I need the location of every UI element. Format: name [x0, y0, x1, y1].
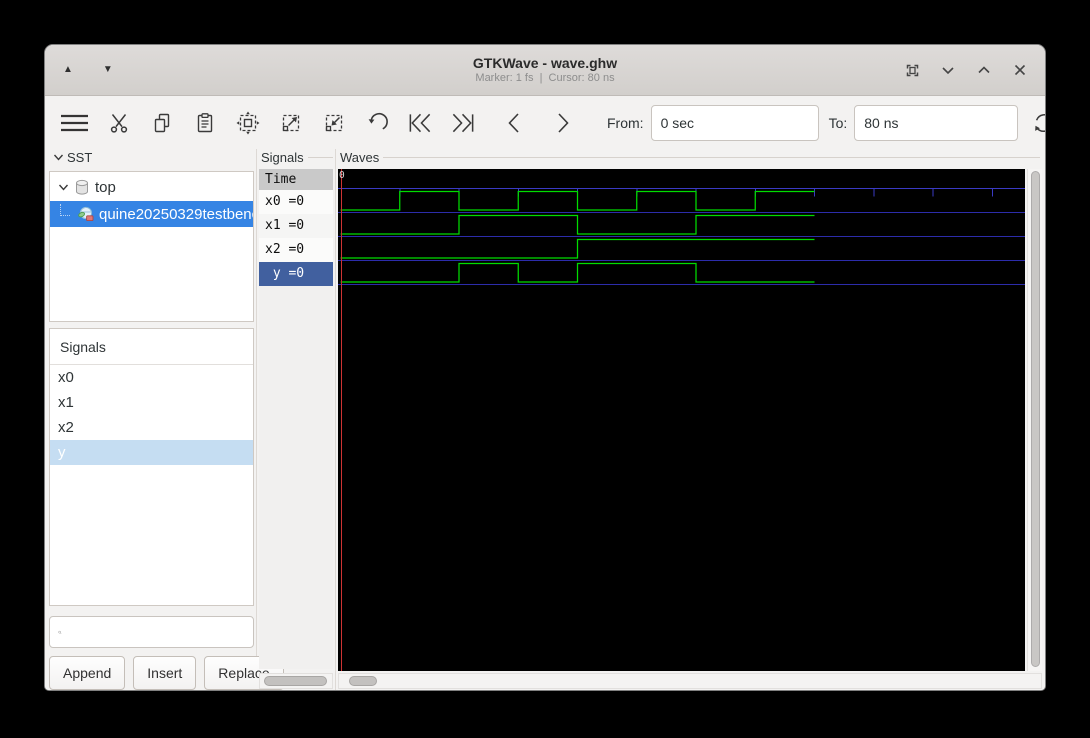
titlebar: ▲ ▼ GTKWave - wave.ghw Marker: 1 fs | Cu… [45, 45, 1045, 96]
fullscreen-button[interactable] [901, 59, 923, 81]
signal-list-header: Signals [50, 329, 253, 365]
from-label: From: [607, 114, 644, 131]
paste-icon [197, 112, 213, 132]
frame-rule [383, 157, 1040, 158]
zoom-fit-button[interactable] [235, 110, 261, 136]
search-input[interactable] [68, 618, 253, 646]
close-icon [1014, 64, 1026, 76]
scroll-down-button[interactable]: ▼ [99, 61, 117, 79]
chevron-up-button[interactable] [973, 59, 995, 81]
wave-vertical-scrollbar-thumb[interactable] [1031, 171, 1040, 667]
wave-display[interactable]: 0 [338, 169, 1025, 671]
to-input[interactable] [854, 104, 1019, 141]
sst-tree: top quine20250329testbench [49, 171, 254, 322]
previous-edge-button[interactable] [501, 110, 527, 136]
copy-icon [154, 113, 170, 132]
sst-frame-label: SST [53, 150, 92, 165]
gtkwave-window: ▲ ▼ GTKWave - wave.ghw Marker: 1 fs | Cu… [44, 44, 1046, 691]
tree-item-top[interactable]: top [50, 174, 253, 200]
tree-item-label: top [95, 178, 116, 196]
insert-button[interactable]: Insert [133, 656, 197, 690]
zoom-in-button[interactable] [278, 110, 304, 136]
next-edge-icon [558, 112, 569, 133]
sst-expander-icon[interactable] [53, 153, 64, 162]
to-label: To: [828, 114, 848, 131]
fullscreen-icon [906, 64, 918, 76]
cut-button[interactable] [106, 110, 132, 136]
pane-splitter-right[interactable] [335, 149, 336, 690]
marker-cursor-status: Marker: 1 fs | Cursor: 80 ns [475, 72, 615, 84]
wave-horizontal-scrollbar[interactable] [338, 673, 1042, 689]
reload-button[interactable] [1031, 110, 1045, 136]
main-area: SST top quine20250329testbench Signals x… [45, 149, 1045, 690]
skip-to-end-button[interactable] [450, 110, 476, 136]
append-button[interactable]: Append [49, 656, 126, 690]
cut-icon [110, 113, 128, 133]
signal-list-box: Signals x0 x1 x2 y [49, 328, 254, 606]
wave-name-row-y[interactable]: y =0 [259, 262, 333, 286]
testbench-globe-icon [78, 206, 94, 221]
next-edge-button[interactable] [550, 110, 576, 136]
skip-to-start-icon [409, 113, 431, 132]
sst-label-text: SST [67, 150, 93, 165]
list-item-x1[interactable]: x1 [50, 390, 253, 415]
signals-frame-label: Signals [261, 150, 333, 165]
reload-icon [1035, 113, 1045, 132]
from-input[interactable] [650, 104, 819, 141]
list-item-x0[interactable]: x0 [50, 365, 253, 390]
copy-button[interactable] [149, 110, 175, 136]
wave-name-rows: x0 =0 x1 =0 x2 =0 y =0 [259, 190, 333, 286]
search-icon [58, 630, 62, 634]
list-item-y[interactable]: y [50, 440, 253, 465]
zoom-out-button[interactable] [321, 110, 347, 136]
list-item-x2[interactable]: x2 [50, 415, 253, 440]
wave-horizontal-scrollbar-thumb[interactable] [349, 676, 377, 686]
signals-column-body: Time x0 =0 x1 =0 x2 =0 y =0 [259, 169, 333, 669]
wave-name-row-x2[interactable]: x2 =0 [259, 238, 333, 262]
chevron-down-button[interactable] [937, 59, 959, 81]
signal-action-buttons: Append Insert Replace [49, 656, 284, 690]
previous-edge-icon [508, 112, 519, 133]
desktop: { "window": { "title": "GTKWave - wave.g… [0, 0, 1090, 738]
wave-name-row-x1[interactable]: x1 =0 [259, 214, 333, 238]
menu-button[interactable] [59, 110, 89, 136]
expander-down-icon[interactable] [58, 183, 69, 192]
zoom-out-icon [325, 114, 343, 131]
waves-frame-label: Waves [340, 150, 1040, 165]
scroll-up-button[interactable]: ▲ [59, 61, 77, 79]
signals-column: Signals Time x0 =0 x1 =0 x2 =0 y =0 [259, 149, 333, 690]
toolbar: From: To: [45, 96, 1045, 149]
pane-splitter-left[interactable] [256, 149, 257, 690]
time-header[interactable]: Time [259, 169, 333, 190]
waves-frame-label-text: Waves [340, 150, 380, 165]
paste-button[interactable] [192, 110, 218, 136]
zoom-in-icon [282, 114, 300, 131]
undo-icon [368, 112, 388, 130]
tree-item-label: quine20250329testbench [99, 205, 253, 223]
module-cylinder-icon [76, 179, 88, 195]
signals-horizontal-scrollbar[interactable] [259, 673, 333, 689]
tree-branch-line [60, 203, 70, 216]
wave-name-row-x0[interactable]: x0 =0 [259, 190, 333, 214]
waveform-canvas[interactable]: 0 [338, 169, 1025, 671]
chevron-down-icon [942, 67, 954, 75]
window-title: GTKWave - wave.ghw [472, 55, 618, 71]
signal-search-box[interactable] [49, 616, 254, 648]
close-button[interactable] [1009, 59, 1031, 81]
menu-icon [60, 114, 88, 131]
undo-button[interactable] [364, 110, 390, 136]
tree-item-testbench[interactable]: quine20250329testbench [50, 201, 253, 227]
skip-to-start-button[interactable] [407, 110, 433, 136]
svg-text:0: 0 [339, 170, 345, 181]
frame-rule [307, 157, 333, 158]
signals-horizontal-scrollbar-thumb[interactable] [264, 676, 327, 686]
signals-frame-label-text: Signals [261, 150, 304, 165]
zoom-fit-icon [236, 111, 260, 134]
chevron-up-icon [978, 66, 990, 74]
wave-vertical-scrollbar[interactable] [1027, 169, 1042, 671]
skip-to-end-icon [452, 113, 474, 132]
